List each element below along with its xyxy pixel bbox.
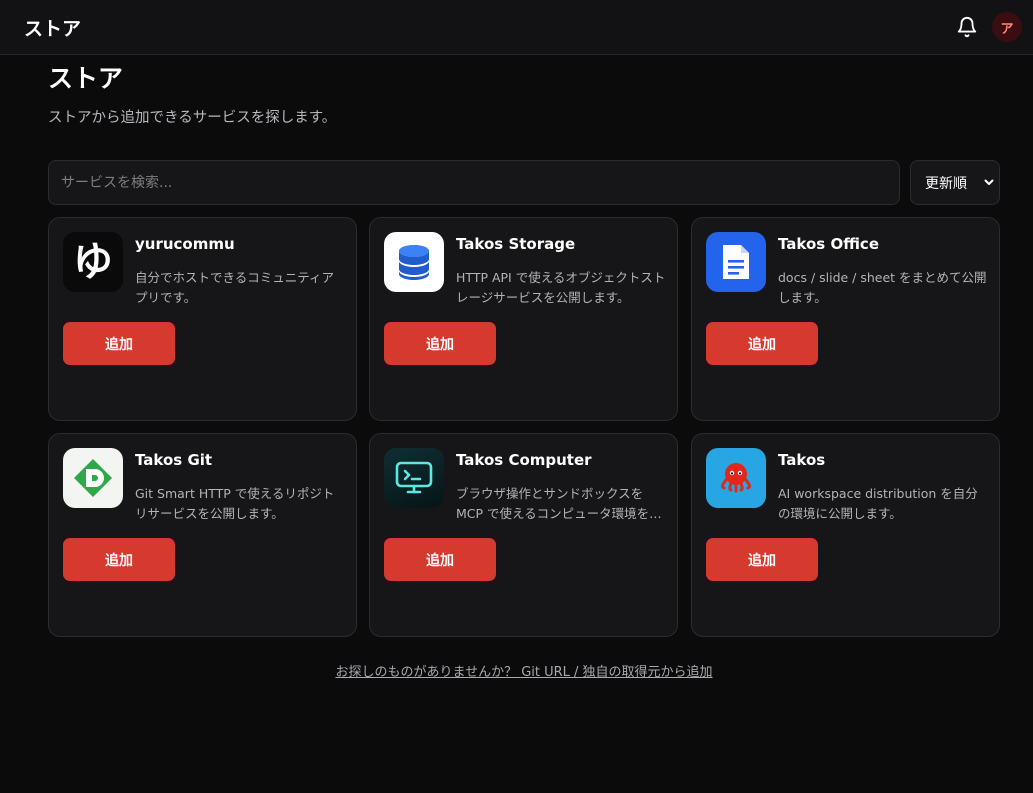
add-button[interactable]: 追加	[384, 538, 496, 581]
top-bar: ストア ア	[0, 0, 1033, 55]
service-description: ブラウザ操作とサンドボックスを MCP で使えるコンピュータ環境を公開します。	[456, 486, 662, 521]
service-card-takos: Takos AI workspace distribution を自分の環境に公…	[691, 433, 1000, 637]
service-name: Takos Computer	[456, 451, 592, 469]
add-button[interactable]: 追加	[706, 322, 818, 365]
document-icon	[706, 232, 766, 292]
service-description: 自分でホストできるコミュニティアプリです。	[135, 270, 335, 305]
service-card-takos-git: Takos Git Git Smart HTTP で使えるリポジトリサービスを公…	[48, 433, 357, 637]
terminal-monitor-icon	[384, 448, 444, 508]
add-button[interactable]: 追加	[63, 538, 175, 581]
page-subtitle: ストアから追加できるサービスを探します。	[48, 110, 337, 126]
service-name: Takos Storage	[456, 235, 576, 253]
service-name: Takos Office	[778, 235, 879, 253]
service-card-takos-storage: Takos Storage HTTP API で使えるオブジェクトストレージサー…	[369, 217, 678, 421]
user-avatar[interactable]: ア	[992, 12, 1022, 42]
service-card-yurucommu: ゆ yurucommu 自分でホストできるコミュニティアプリです。 追加	[48, 217, 357, 421]
add-button[interactable]: 追加	[63, 322, 175, 365]
service-description: Git Smart HTTP で使えるリポジトリサービスを公開します。	[135, 486, 335, 521]
database-icon	[384, 232, 444, 292]
sort-select[interactable]: 更新順	[910, 160, 1000, 205]
sort-select-value: 更新順	[925, 175, 967, 192]
service-name: yurucommu	[135, 235, 235, 253]
service-description: HTTP API で使えるオブジェクトストレージサービスを公開します。	[456, 270, 666, 305]
chevron-down-icon	[984, 179, 994, 185]
yurucommu-yu-icon: ゆ	[63, 232, 123, 292]
add-button[interactable]: 追加	[384, 322, 496, 365]
add-from-git-url-link[interactable]: お探しのものがありませんか？ Git URL / 独自の取得元から追加	[0, 661, 1033, 680]
page-title: ストア	[48, 64, 124, 93]
takos-octopus-icon	[706, 448, 766, 508]
service-description: docs / slide / sheet をまとめて公開します。	[778, 270, 987, 305]
add-button[interactable]: 追加	[706, 538, 818, 581]
notification-bell-icon[interactable]	[956, 16, 978, 38]
service-description: AI workspace distribution を自分の環境に公開します。	[778, 486, 978, 521]
service-card-takos-computer: Takos Computer ブラウザ操作とサンドボックスを MCP で使えるコ…	[369, 433, 678, 637]
service-search-input[interactable]	[48, 160, 900, 205]
app-title: ストア	[24, 18, 82, 40]
service-name: Takos	[778, 451, 826, 469]
service-name: Takos Git	[135, 451, 213, 469]
git-logo-icon	[63, 448, 123, 508]
service-card-takos-office: Takos Office docs / slide / sheet をまとめて公…	[691, 217, 1000, 421]
